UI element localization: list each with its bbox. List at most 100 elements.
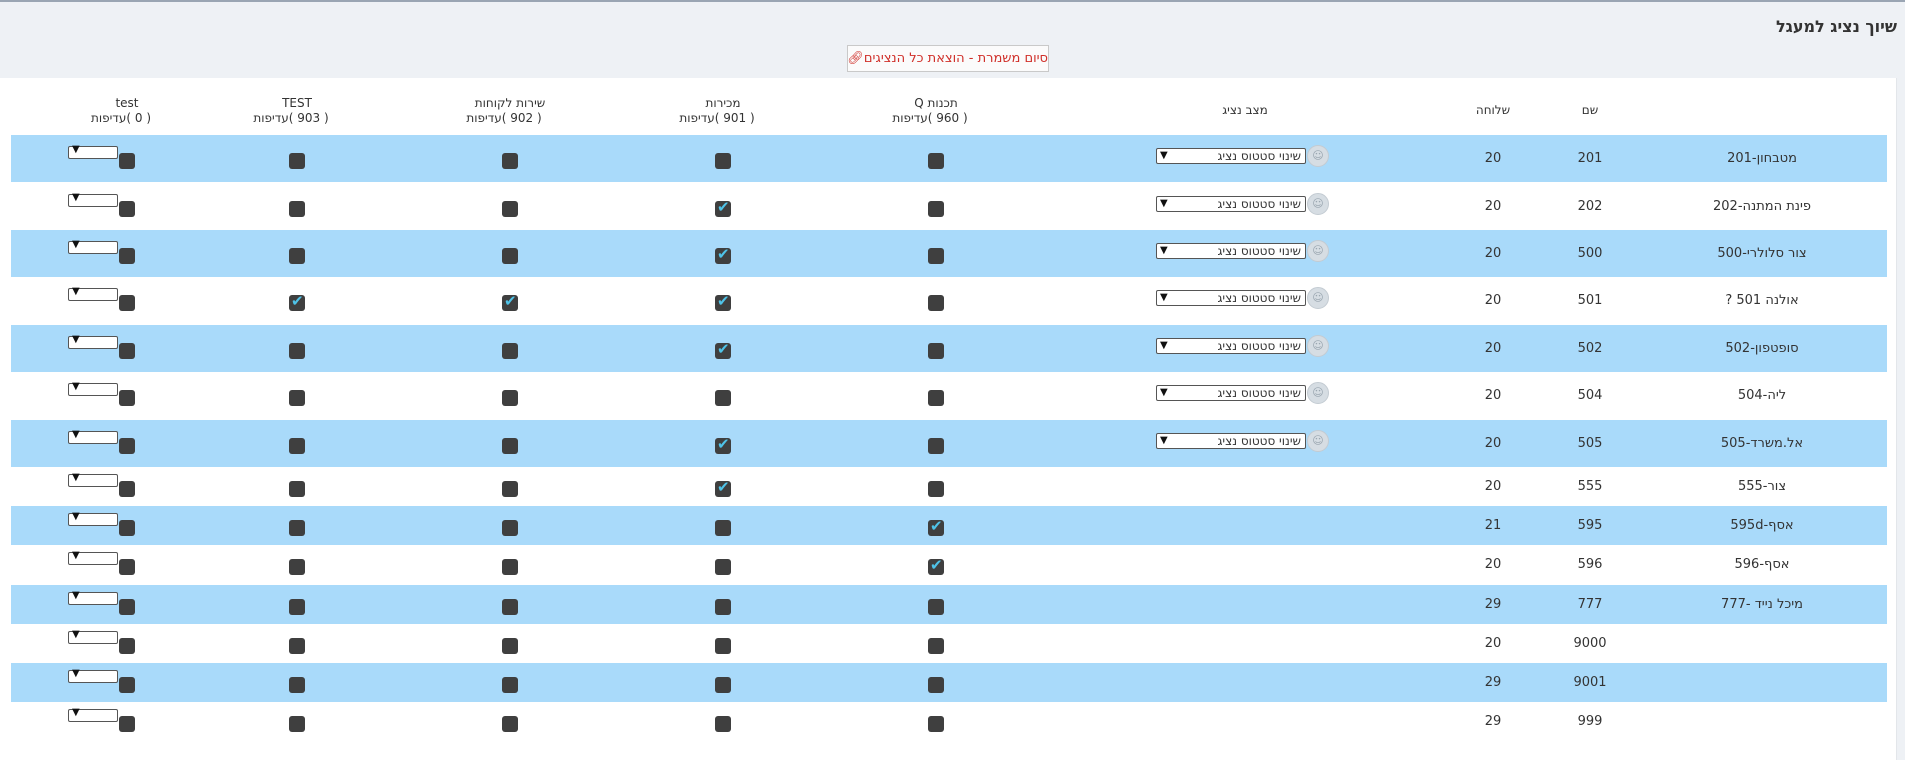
queue-checkbox[interactable]: ✔	[928, 557, 944, 575]
queue-checkbox[interactable]	[289, 519, 305, 536]
agent-status-select[interactable]: שינוי סטטוס נציג ▼	[1156, 385, 1306, 401]
row-label: ליה-504	[1737, 388, 1787, 403]
queue-checkbox[interactable]	[715, 598, 731, 615]
queue-checkbox[interactable]	[502, 716, 518, 732]
queue-checkbox[interactable]	[119, 676, 135, 693]
check-icon: ✔	[717, 197, 730, 216]
queue-checkbox[interactable]	[928, 437, 944, 454]
priority-select[interactable]: ▼	[68, 590, 118, 605]
queue-checkbox[interactable]	[119, 480, 135, 497]
check-icon: ✔	[717, 434, 730, 453]
end-shift-button[interactable]: סיום משמרת - הוצאת כל הנציגים🔗︎	[847, 45, 1049, 72]
queue-checkbox[interactable]	[928, 480, 944, 497]
queue-checkbox[interactable]	[502, 637, 518, 654]
agent-status-select[interactable]: שינוי סטטוס נציג ▼	[1156, 147, 1306, 164]
queue-checkbox[interactable]	[715, 152, 731, 169]
queue-checkbox[interactable]	[119, 637, 135, 654]
queue-checkbox[interactable]	[502, 559, 518, 575]
queue-checkbox[interactable]	[119, 152, 135, 169]
agent-status-select[interactable]: שינוי סטטוס נציג ▼	[1156, 290, 1306, 306]
queue-checkbox[interactable]	[289, 342, 305, 359]
queue-checkbox[interactable]	[119, 342, 135, 359]
priority-select[interactable]: ▼	[68, 334, 118, 349]
queue-checkbox[interactable]	[715, 716, 731, 732]
priority-select[interactable]: ▼	[68, 381, 118, 396]
queue-checkbox[interactable]	[928, 716, 944, 732]
queue-checkbox[interactable]	[715, 390, 731, 406]
agent-status-select[interactable]: שינוי סטטוס נציג ▼	[1156, 432, 1306, 449]
queue-checkbox[interactable]	[119, 598, 135, 615]
queue-checkbox[interactable]	[502, 676, 518, 693]
queue-checkbox[interactable]: ✔	[715, 434, 731, 454]
priority-select[interactable]: ▼	[68, 707, 118, 722]
queue-checkbox[interactable]	[119, 437, 135, 454]
queue-checkbox[interactable]	[928, 295, 944, 311]
queue-checkbox[interactable]	[502, 342, 518, 359]
priority-select[interactable]: ▼	[68, 472, 118, 487]
queue-checkbox[interactable]	[119, 390, 135, 406]
priority-select[interactable]: ▼	[68, 429, 118, 444]
queue-checkbox[interactable]	[715, 637, 731, 654]
priority-select[interactable]: ▼	[68, 550, 118, 565]
queue-checkbox[interactable]	[502, 437, 518, 454]
queue-checkbox[interactable]	[289, 152, 305, 169]
queue-checkbox[interactable]	[289, 637, 305, 654]
queue-checkbox[interactable]	[928, 200, 944, 217]
queue-checkbox[interactable]: ✔	[502, 293, 518, 311]
queue-checkbox[interactable]	[119, 716, 135, 732]
queue-checkbox[interactable]	[289, 480, 305, 497]
status-select-label: שינוי סטטוס נציג	[1217, 433, 1301, 448]
queue-checkbox[interactable]	[928, 637, 944, 654]
agent-status-select[interactable]: שינוי סטטוס נציג ▼	[1156, 242, 1306, 259]
priority-select[interactable]: ▼	[68, 668, 118, 683]
queue-checkbox[interactable]: ✔	[715, 245, 731, 264]
queue-checkbox[interactable]	[928, 390, 944, 406]
queue-checkbox[interactable]	[289, 598, 305, 615]
queue-checkbox[interactable]	[502, 519, 518, 536]
queue-checkbox[interactable]	[119, 295, 135, 311]
queue-checkbox[interactable]	[928, 676, 944, 693]
queue-checkbox[interactable]	[715, 559, 731, 575]
queue-checkbox[interactable]	[502, 200, 518, 217]
queue-checkbox[interactable]: ✔	[715, 340, 731, 359]
priority-select[interactable]: ▼	[68, 239, 118, 254]
queue-checkbox[interactable]	[715, 676, 731, 693]
queue-checkbox[interactable]: ✔	[289, 293, 305, 311]
queue-checkbox[interactable]	[289, 676, 305, 693]
queue-checkbox[interactable]	[502, 152, 518, 169]
queue-checkbox[interactable]	[119, 559, 135, 575]
queue-checkbox[interactable]	[502, 598, 518, 615]
queue-checkbox[interactable]	[502, 480, 518, 497]
queue-checkbox[interactable]	[502, 390, 518, 406]
queue-checkbox[interactable]: ✔	[715, 478, 731, 497]
agent-status-select[interactable]: שינוי סטטוס נציג ▼	[1156, 337, 1306, 354]
queue-checkbox[interactable]	[715, 519, 731, 536]
queue-checkbox[interactable]	[119, 200, 135, 217]
queue-checkbox[interactable]	[502, 247, 518, 264]
queue-checkbox[interactable]	[119, 519, 135, 536]
queue-count: ( 960 )	[927, 111, 968, 125]
queue-checkbox[interactable]	[289, 200, 305, 217]
queue-checkbox[interactable]	[289, 247, 305, 264]
priority-select[interactable]: ▼	[68, 511, 118, 526]
queue-checkbox[interactable]	[119, 247, 135, 264]
agent-status-select[interactable]: שינוי סטטוס נציג ▼	[1156, 195, 1306, 212]
priority-select[interactable]: ▼	[68, 286, 118, 301]
queue-checkbox[interactable]: ✔	[715, 293, 731, 311]
chevron-down-icon: ▼	[72, 143, 80, 155]
chevron-down-icon: ▼	[72, 381, 80, 392]
queue-checkbox[interactable]: ✔	[715, 197, 731, 217]
priority-select[interactable]: ▼	[68, 143, 118, 159]
queue-checkbox[interactable]	[289, 390, 305, 406]
queue-checkbox[interactable]	[289, 437, 305, 454]
queue-checkbox[interactable]	[928, 247, 944, 264]
queue-checkbox[interactable]	[289, 716, 305, 732]
queue-checkbox[interactable]: ✔	[928, 517, 944, 536]
priority-select[interactable]: ▼	[68, 192, 118, 207]
queue-checkbox[interactable]	[289, 559, 305, 575]
priority-select[interactable]: ▼	[68, 629, 118, 644]
chevron-down-icon: ▼	[1160, 292, 1168, 303]
queue-checkbox[interactable]	[928, 152, 944, 169]
queue-checkbox[interactable]	[928, 598, 944, 615]
queue-checkbox[interactable]	[928, 342, 944, 359]
